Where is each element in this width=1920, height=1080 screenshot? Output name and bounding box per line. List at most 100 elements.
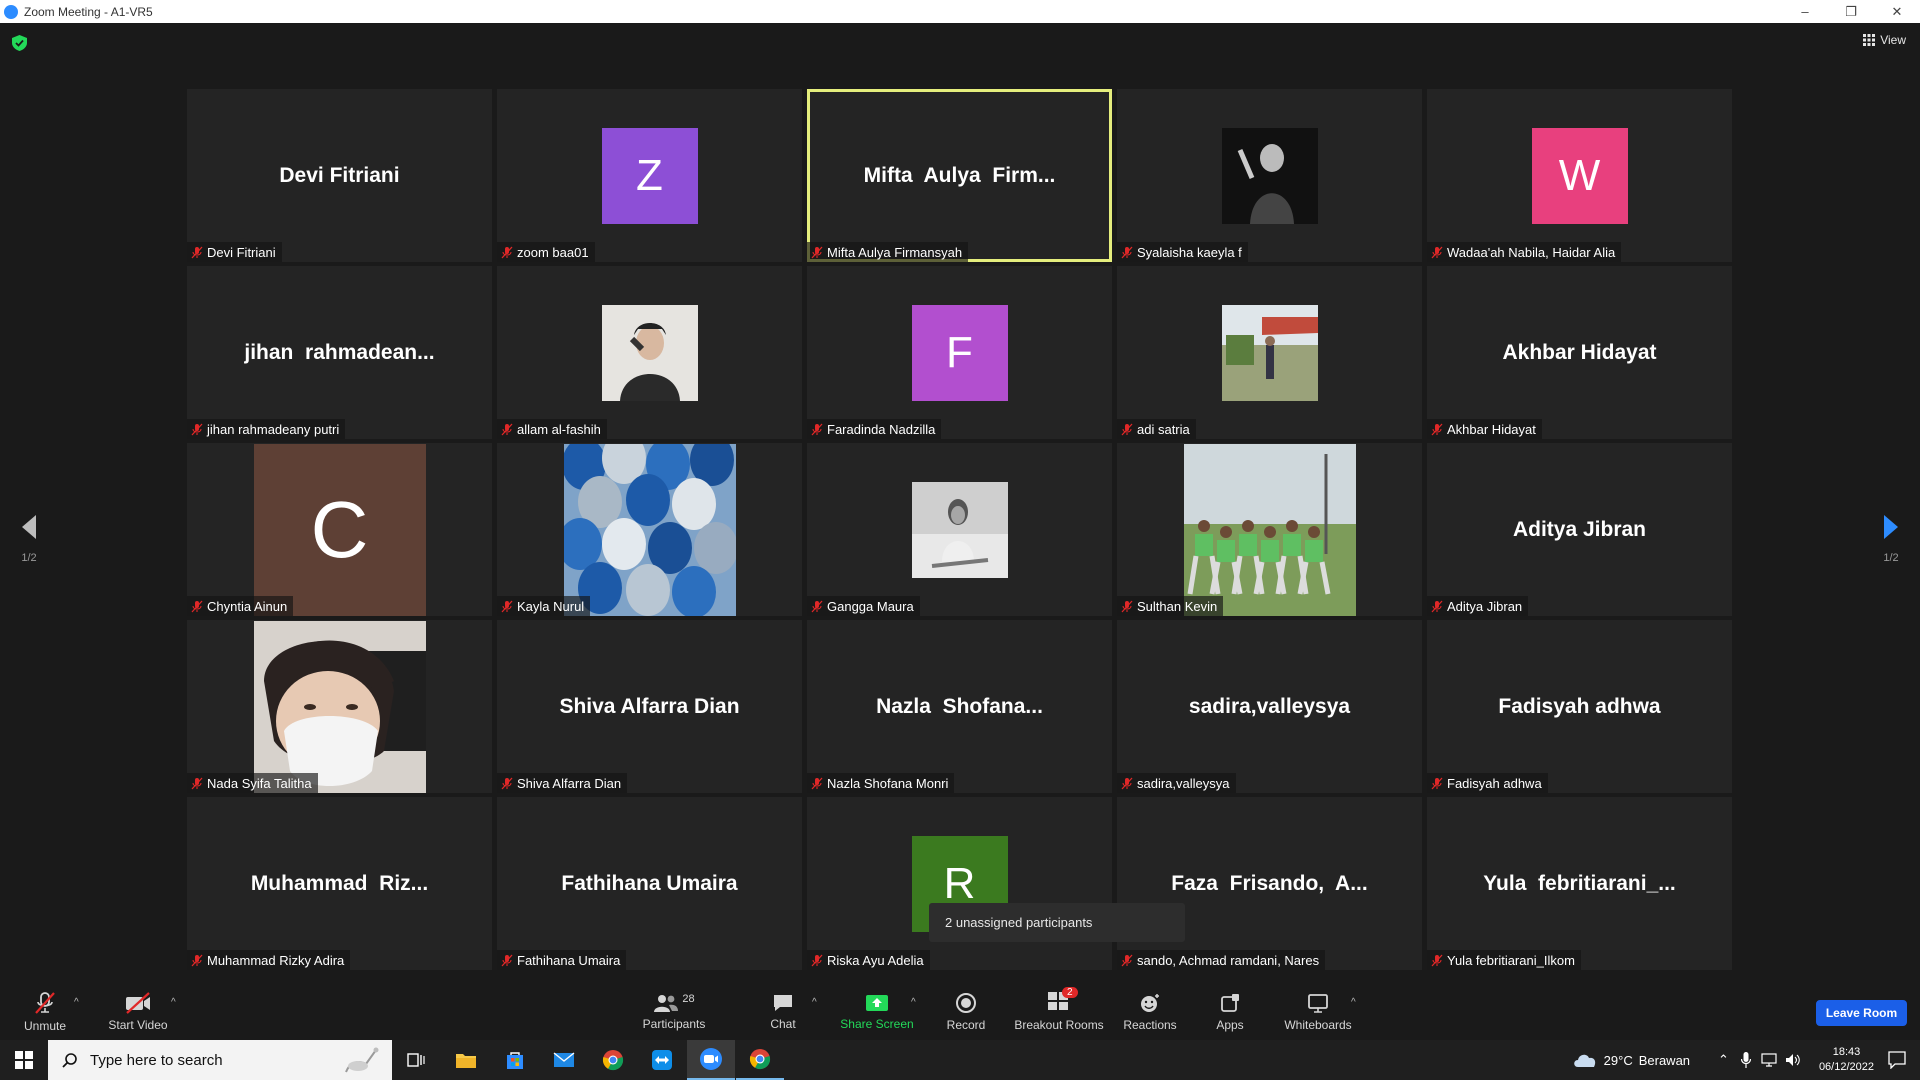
microphone-muted-icon <box>811 777 823 789</box>
view-button[interactable]: View <box>1863 33 1906 47</box>
record-button[interactable]: Record <box>944 983 988 1040</box>
security-shield-icon[interactable] <box>12 35 27 51</box>
participant-tile[interactable]: sadira,valleysya sadira,valleysya <box>1117 620 1422 793</box>
show-hidden-icons-chevron-icon[interactable]: ⌃ <box>1718 1052 1729 1068</box>
file-explorer-button[interactable] <box>442 1040 490 1080</box>
participant-tile[interactable]: Muhammad Riz... Muhammad Rizky Adira <box>187 797 492 970</box>
network-icon[interactable] <box>1761 1053 1777 1067</box>
participants-button[interactable]: 28 Participants <box>640 983 708 1040</box>
participant-tile[interactable]: Shiva Alfarra Dian Shiva Alfarra Dian <box>497 620 802 793</box>
participant-tile[interactable]: Fathihana Umaira Fathihana Umaira <box>497 797 802 970</box>
participant-name: Nada Syifa Talitha <box>207 775 312 791</box>
participant-name: allam al-fashih <box>517 421 601 437</box>
participant-name-label: sadira,valleysya <box>1117 773 1236 793</box>
participant-tile[interactable]: Zzoom baa01 <box>497 89 802 262</box>
participant-tile[interactable]: Sulthan Kevin <box>1117 443 1422 616</box>
participant-tile[interactable]: Kayla Nurul <box>497 443 802 616</box>
participant-tile[interactable]: Gangga Maura <box>807 443 1112 616</box>
whiteboards-button[interactable]: Whiteboards <box>1280 983 1356 1040</box>
chrome-window-button[interactable] <box>736 1040 784 1080</box>
notifications-icon[interactable] <box>1888 1051 1906 1069</box>
participant-display-name: Akhbar Hidayat <box>1502 340 1657 364</box>
unassigned-participants-tooltip: 2 unassigned participants <box>929 903 1185 942</box>
microphone-muted-icon <box>35 991 55 1014</box>
mail-button[interactable] <box>540 1040 588 1080</box>
microphone-muted-icon <box>1431 246 1443 258</box>
participant-name: Devi Fitriani <box>207 244 276 260</box>
restore-button[interactable]: ❐ <box>1828 0 1874 23</box>
taskbar-clock[interactable]: 18:43 06/12/2022 <box>1819 1045 1874 1075</box>
close-button[interactable]: ✕ <box>1874 0 1920 23</box>
participant-name-label: Syalaisha kaeyla f <box>1117 242 1248 262</box>
participant-tile[interactable]: jihan rahmadean... jihan rahmadeany putri <box>187 266 492 439</box>
participant-tile[interactable]: F Faradinda Nadzilla <box>807 266 1112 439</box>
microphone-icon[interactable] <box>1740 1052 1751 1068</box>
chrome-button[interactable] <box>589 1040 637 1080</box>
next-page-button[interactable]: 1/2 <box>1871 513 1911 564</box>
participant-name: Akhbar Hidayat <box>1447 421 1536 437</box>
participant-name: jihan rahmadeany putri <box>207 421 340 437</box>
microphone-muted-icon <box>191 423 203 435</box>
participant-tile[interactable]: Fadisyah adhwa Fadisyah adhwa <box>1427 620 1732 793</box>
share-options-caret[interactable]: ^ <box>911 997 916 1008</box>
minimize-button[interactable]: – <box>1782 0 1828 23</box>
reactions-button[interactable]: Reactions <box>1120 983 1180 1040</box>
zoom-icon <box>700 1048 722 1070</box>
participant-name: Riska Ayu Adelia <box>827 952 924 968</box>
participant-name: Gangga Maura <box>827 598 914 614</box>
participant-tile[interactable]: adi satria <box>1117 266 1422 439</box>
apps-icon <box>1221 993 1239 1012</box>
apps-button[interactable]: Apps <box>1210 983 1250 1040</box>
audio-options-caret[interactable]: ^ <box>74 997 79 1008</box>
volume-icon[interactable] <box>1785 1053 1801 1067</box>
zoom-taskbar-button[interactable] <box>687 1040 735 1080</box>
participant-tile[interactable]: R Riska Ayu Adelia <box>807 797 1112 970</box>
participant-tile[interactable]: Devi Fitriani Devi Fitriani <box>187 89 492 262</box>
weather-temperature[interactable]: 29°C <box>1604 1053 1633 1068</box>
participant-tile[interactable]: Syalaisha kaeyla f <box>1117 89 1422 262</box>
participant-name: Wadaa'ah Nabila, Haidar Alia <box>1447 244 1616 260</box>
participant-tile[interactable]: Yula febritiarani_... Yula febritiarani_I… <box>1427 797 1732 970</box>
record-icon <box>956 992 976 1013</box>
chat-options-caret[interactable]: ^ <box>812 997 817 1008</box>
weather-description[interactable]: Berawan <box>1639 1053 1690 1068</box>
participant-tile[interactable]: Nazla Shofana... Nazla Shofana Monri <box>807 620 1112 793</box>
participant-tile[interactable]: Aditya Jibran Aditya Jibran <box>1427 443 1732 616</box>
participant-tile[interactable]: C Chyntia Ainun <box>187 443 492 616</box>
microphone-muted-icon <box>1431 423 1443 435</box>
chat-button[interactable]: Chat <box>763 983 803 1040</box>
unmute-button[interactable]: Unmute <box>18 983 72 1040</box>
share-screen-button[interactable]: Share Screen <box>838 983 916 1040</box>
participant-photo <box>1183 443 1356 616</box>
participant-tile[interactable]: W Wadaa'ah Nabila, Haidar Alia <box>1427 89 1732 262</box>
video-options-caret[interactable]: ^ <box>171 997 176 1008</box>
whiteboard-options-caret[interactable]: ^ <box>1351 997 1356 1008</box>
view-label: View <box>1880 33 1906 47</box>
previous-page-button[interactable]: 1/2 <box>9 513 49 564</box>
microphone-muted-icon <box>1431 777 1443 789</box>
page-indicator-right: 1/2 <box>1883 552 1899 564</box>
participant-name: Kayla Nurul <box>517 598 585 614</box>
task-view-button[interactable] <box>392 1040 440 1080</box>
participant-tile[interactable]: Akhbar Hidayat Akhbar Hidayat <box>1427 266 1732 439</box>
microsoft-store-button[interactable] <box>491 1040 539 1080</box>
participant-tile[interactable]: Mifta Aulya Firm... Mifta Aulya Firmansya… <box>807 89 1112 262</box>
participant-tile[interactable]: allam al-fashih <box>497 266 802 439</box>
windows-start-button[interactable] <box>0 1040 48 1080</box>
participant-tile[interactable]: Nada Syifa Talitha <box>187 620 492 793</box>
breakout-rooms-button[interactable]: 2 Breakout Rooms <box>1012 983 1106 1040</box>
participant-name-label: Riska Ayu Adelia <box>807 950 930 970</box>
participant-name-label: Nazla Shofana Monri <box>807 773 955 793</box>
window-title: Zoom Meeting - A1-VR5 <box>24 4 153 19</box>
leave-room-button[interactable]: Leave Room <box>1816 1000 1907 1026</box>
teamviewer-button[interactable] <box>638 1040 686 1080</box>
participant-name-label: Akhbar Hidayat <box>1427 419 1542 439</box>
participant-name: Nazla Shofana Monri <box>827 775 949 791</box>
start-video-button[interactable]: Start Video <box>104 983 172 1040</box>
participants-icon <box>654 994 679 1012</box>
microphone-muted-icon <box>191 954 203 966</box>
taskbar-search-box[interactable]: Type here to search <box>48 1040 392 1080</box>
participant-tile[interactable]: Faza Frisando, A... sando, Achmad ramdani… <box>1117 797 1422 970</box>
arrow-right-icon <box>1884 515 1898 539</box>
task-view-icon <box>407 1053 425 1067</box>
